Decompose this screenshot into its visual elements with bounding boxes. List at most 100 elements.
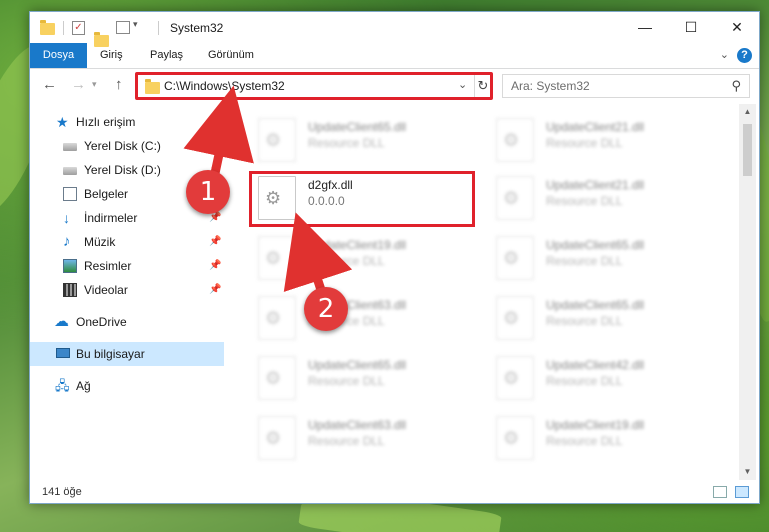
sidebar-item-label: Müzik — [84, 235, 116, 249]
address-highlight-box — [135, 72, 493, 100]
list-item[interactable]: ⚙ UpdateClient65.dll Resource DLL — [250, 114, 475, 168]
list-item[interactable]: ⚙ UpdateClient63.dll Resource DLL — [250, 412, 475, 466]
sidebar-item-this-pc[interactable]: Bu bilgisayar — [30, 342, 224, 366]
pin-icon[interactable]: 📌 — [209, 134, 221, 158]
list-item[interactable]: ⚙ UpdateClient21.dll Resource DLL — [488, 114, 713, 168]
dll-file-icon: ⚙ — [496, 356, 534, 400]
chevron-down-icon[interactable]: ▾ — [133, 19, 138, 35]
forward-arrow-icon[interactable]: → — [71, 76, 86, 93]
file-description: Resource DLL — [546, 254, 623, 268]
sidebar-item-videos[interactable]: Videolar 📌 — [30, 278, 224, 302]
pin-icon[interactable]: 📌 — [209, 254, 221, 278]
dll-file-icon: ⚙ — [258, 356, 296, 400]
file-name: UpdateClient63.dll — [308, 418, 407, 432]
pin-icon[interactable]: 📌 — [209, 278, 221, 302]
sidebar-item-label: Yerel Disk (C:) — [84, 139, 161, 153]
file-name: UpdateClient21.dll — [546, 120, 645, 134]
sidebar-item-label: Videolar — [84, 283, 128, 297]
dll-file-icon: ⚙ — [496, 236, 534, 280]
vertical-scrollbar[interactable]: ▲ ▼ — [739, 104, 756, 480]
ribbon-tabs: Dosya Giriş Paylaş Görünüm ⌄ ? — [30, 43, 759, 69]
navigation-pane: ★ Hızlı erişim Yerel Disk (C:) 📌 Yerel D… — [30, 104, 230, 474]
step-badge-1: 1 — [186, 170, 230, 214]
gear-icon: ⚙ — [503, 248, 520, 268]
close-button[interactable]: ✕ — [714, 12, 760, 43]
search-box[interactable]: Ara: System32 ⚲ — [502, 74, 750, 98]
pin-icon[interactable]: 📌 — [209, 230, 221, 254]
sidebar-item-quick-access[interactable]: ★ Hızlı erişim — [30, 110, 224, 134]
window-title: System32 — [170, 21, 224, 35]
list-item[interactable]: ⚙ UpdateClient42.dll Resource DLL — [488, 352, 713, 406]
list-item[interactable]: ⚙ UpdateClient21.dll Resource DLL — [488, 172, 713, 226]
file-description: Resource DLL — [546, 314, 623, 328]
sidebar-item-label: Yerel Disk (D:) — [84, 163, 161, 177]
search-input[interactable]: Ara: System32 — [511, 79, 590, 93]
sidebar-item-label: Resimler — [84, 259, 132, 273]
tab-file[interactable]: Dosya — [30, 43, 87, 68]
recent-locations-icon[interactable]: ▾ — [92, 79, 97, 90]
large-icons-view-icon[interactable] — [735, 486, 749, 498]
sidebar-item-label: Bu bilgisayar — [76, 347, 145, 361]
file-description: Resource DLL — [546, 136, 623, 150]
up-arrow-icon[interactable]: ↑ — [115, 76, 123, 93]
sidebar-item-music[interactable]: ♪ Müzik 📌 — [30, 230, 224, 254]
file-description: Resource DLL — [308, 434, 385, 448]
sidebar-item-label: Hızlı erişim — [76, 115, 136, 129]
list-item[interactable]: ⚙ UpdateClient63.dll Resource DLL — [250, 292, 475, 346]
gear-icon: ⚙ — [265, 368, 282, 388]
list-item[interactable]: ⚙ UpdateClient65.dll Resource DLL — [488, 292, 713, 346]
customize-toolbar-icon[interactable] — [116, 21, 130, 34]
file-name: UpdateClient42.dll — [546, 358, 645, 372]
file-description: Resource DLL — [308, 374, 385, 388]
sidebar-item-local-disk-c[interactable]: Yerel Disk (C:) 📌 — [30, 134, 224, 158]
back-arrow-icon[interactable]: ← — [42, 76, 57, 93]
download-icon: ↓ — [63, 210, 70, 226]
maximize-button[interactable]: ☐ — [668, 12, 714, 43]
scroll-down-icon[interactable]: ▼ — [739, 464, 756, 480]
gear-icon: ⚙ — [503, 130, 520, 150]
file-description: Resource DLL — [308, 136, 385, 150]
expand-ribbon-icon[interactable]: ⌄ — [720, 48, 729, 61]
gear-icon: ⚙ — [265, 308, 282, 328]
gear-icon: ⚙ — [265, 130, 282, 150]
file-name: UpdateClient65.dll — [546, 298, 645, 312]
sidebar-item-label: Ağ — [76, 379, 91, 393]
title-bar: ✓ ▾ System32 — ☐ ✕ — [30, 12, 760, 47]
file-name: UpdateClient65.dll — [308, 358, 407, 372]
scrollbar-thumb[interactable] — [743, 124, 752, 176]
search-icon[interactable]: ⚲ — [731, 78, 741, 94]
computer-icon — [56, 348, 70, 358]
file-highlight-box — [249, 171, 475, 227]
file-description: Resource DLL — [308, 254, 385, 268]
step-badge-2: 2 — [304, 287, 348, 331]
status-bar: 141 öğe — [30, 482, 759, 504]
help-button[interactable]: ? — [737, 48, 752, 63]
file-name: UpdateClient21.dll — [546, 178, 645, 192]
item-count: 141 öğe — [42, 486, 82, 498]
list-item[interactable]: ⚙ UpdateClient65.dll Resource DLL — [250, 352, 475, 406]
list-item[interactable]: ⚙ UpdateClient19.dll Resource DLL — [250, 232, 475, 286]
list-item[interactable]: ⚙ UpdateClient65.dll Resource DLL — [488, 232, 713, 286]
sidebar-item-onedrive[interactable]: ☁ OneDrive — [30, 310, 224, 334]
minimize-button[interactable]: — — [622, 12, 668, 43]
scroll-up-icon[interactable]: ▲ — [739, 104, 756, 120]
gear-icon: ⚙ — [503, 368, 520, 388]
tab-view[interactable]: Görünüm — [198, 43, 264, 68]
list-item[interactable]: ⚙ UpdateClient19.dll Resource DLL — [488, 412, 713, 466]
properties-icon[interactable]: ✓ — [72, 21, 85, 35]
file-name: UpdateClient65.dll — [308, 120, 407, 134]
drive-icon — [63, 167, 77, 175]
sidebar-item-network[interactable]: 🖧 Ağ — [30, 374, 224, 398]
file-description: Resource DLL — [546, 194, 623, 208]
details-view-icon[interactable] — [713, 486, 727, 498]
dll-file-icon: ⚙ — [496, 176, 534, 220]
gear-icon: ⚙ — [503, 188, 520, 208]
tab-share[interactable]: Paylaş — [140, 43, 193, 68]
file-description: Resource DLL — [546, 374, 623, 388]
dll-file-icon: ⚙ — [496, 296, 534, 340]
file-name: UpdateClient19.dll — [546, 418, 645, 432]
dll-file-icon: ⚙ — [258, 118, 296, 162]
sidebar-item-pictures[interactable]: Resimler 📌 — [30, 254, 224, 278]
tab-home[interactable]: Giriş — [90, 43, 133, 68]
folder-icon — [40, 20, 55, 35]
